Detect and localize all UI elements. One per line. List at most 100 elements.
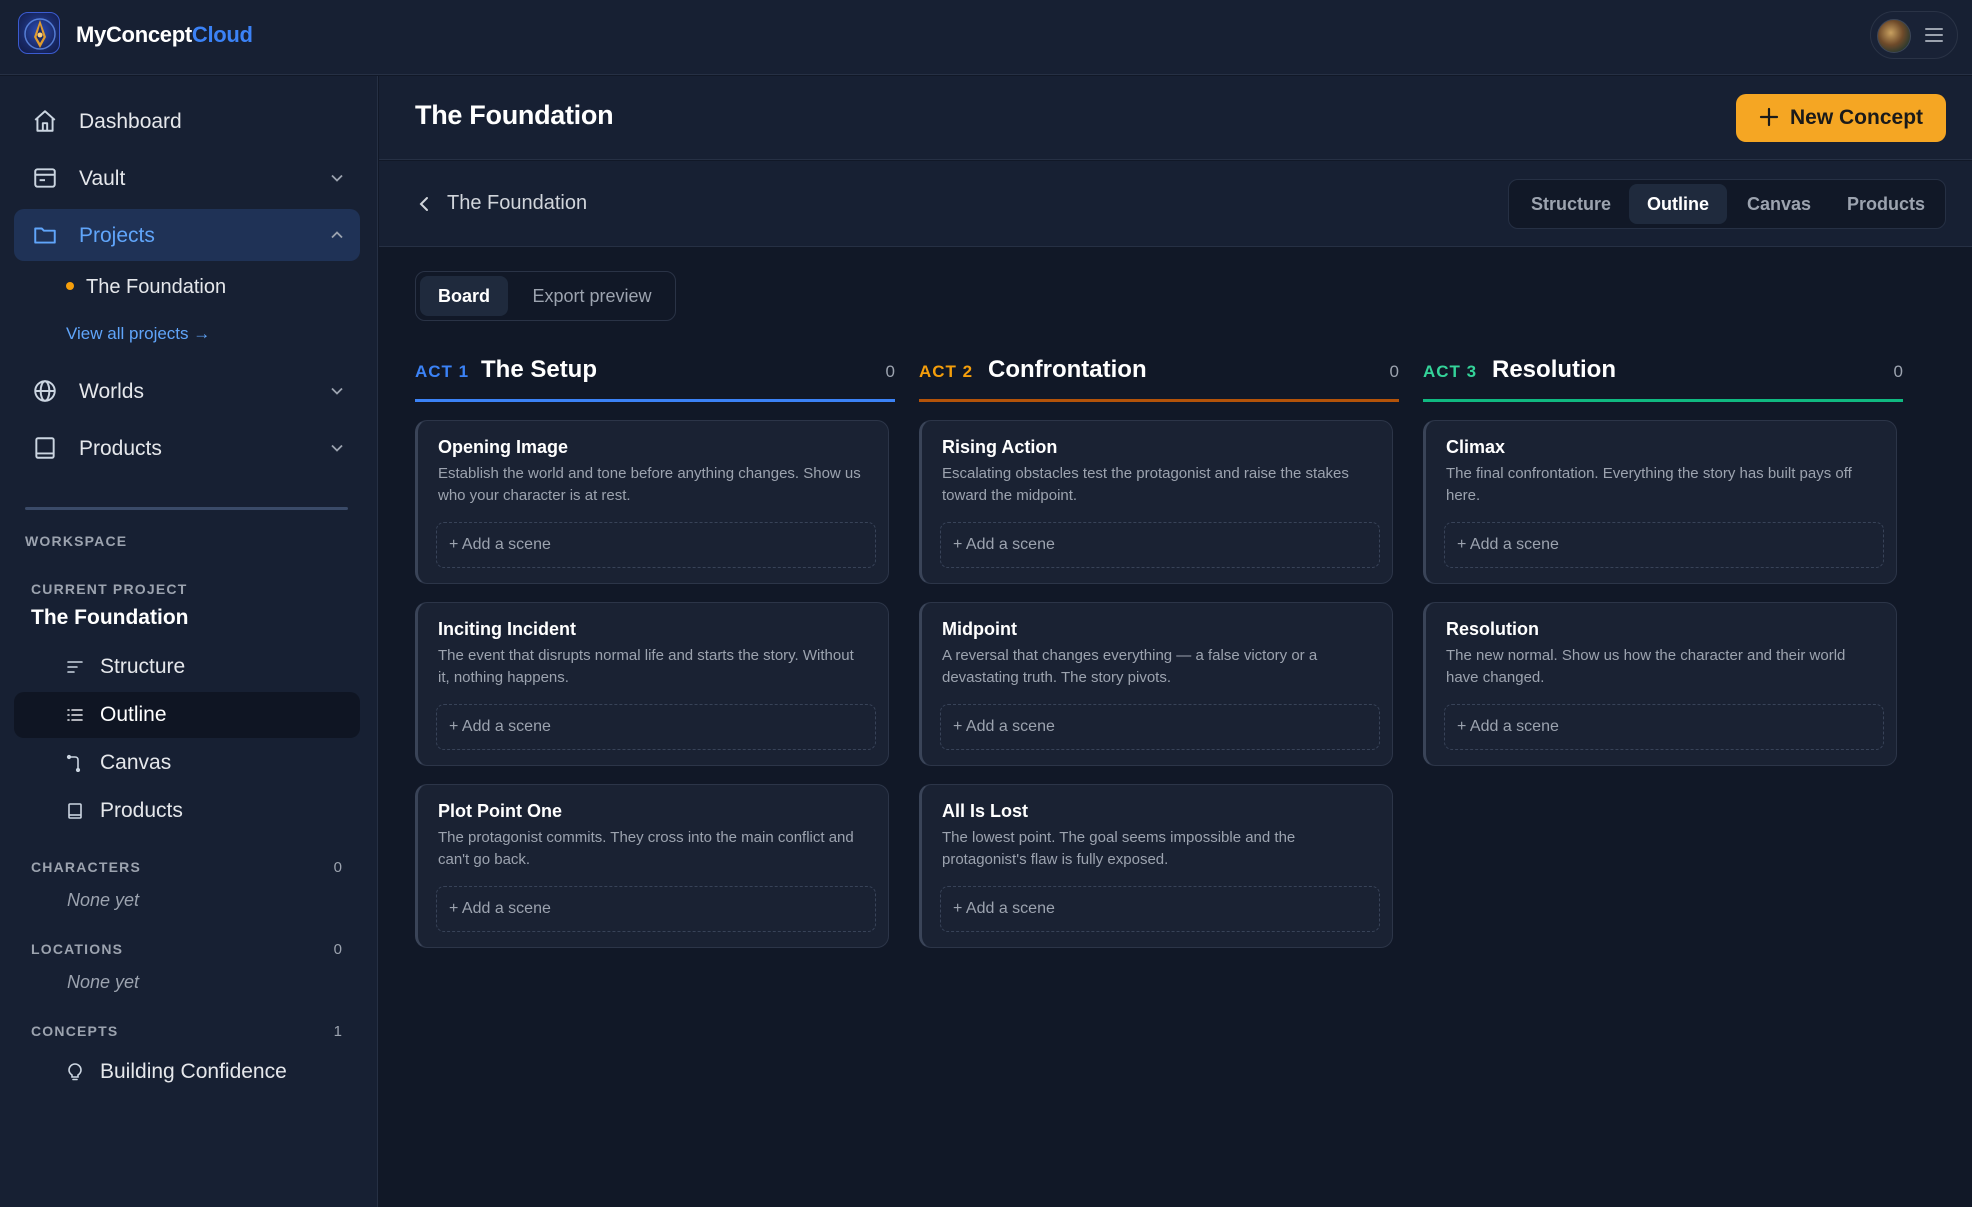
locations-empty-text: None yet: [67, 972, 140, 992]
beat-card[interactable]: All Is Lost The lowest point. The goal s…: [919, 784, 1393, 948]
canvas-icon: [66, 754, 81, 772]
workspace-item-outline[interactable]: Outline: [14, 692, 360, 738]
structure-icon: [67, 661, 83, 673]
nav-products-label: Products: [79, 437, 162, 460]
nav-vault[interactable]: Vault: [14, 152, 360, 204]
beat-title: All Is Lost: [942, 801, 1029, 821]
nav-dashboard[interactable]: Dashboard: [14, 95, 360, 147]
nav-worlds[interactable]: Worlds: [14, 365, 360, 417]
book-icon: [68, 803, 82, 819]
globe-icon: [34, 380, 56, 402]
chevron-down-icon: [331, 174, 343, 182]
tab-products[interactable]: Products: [1831, 184, 1941, 224]
tab-structure[interactable]: Structure: [1515, 184, 1627, 224]
beat-title: Plot Point One: [438, 801, 562, 821]
workspace-item-canvas[interactable]: Canvas: [14, 740, 360, 786]
hamburger-menu-icon: [1925, 28, 1943, 44]
act-name: Resolution: [1492, 356, 1616, 383]
plus-icon: [1759, 107, 1779, 127]
act-tag: ACT 2: [919, 362, 974, 381]
add-scene-button[interactable]: + Add a scene: [940, 886, 1380, 932]
page-header: The Foundation New Concept: [379, 76, 1972, 160]
act-header: ACT 3 Resolution 0: [1423, 352, 1903, 402]
act-header: ACT 1 The Setup 0: [415, 352, 895, 402]
act-tag: ACT 3: [1423, 362, 1478, 381]
concept-item-label: Building Confidence: [100, 1060, 287, 1083]
characters-section-label: CHARACTERS: [31, 859, 141, 875]
beat-title: Midpoint: [942, 619, 1017, 639]
add-scene-button[interactable]: + Add a scene: [1444, 522, 1884, 568]
tab-outline[interactable]: Outline: [1629, 184, 1727, 224]
beat-card[interactable]: Rising Action Escalating obstacles test …: [919, 420, 1393, 584]
beat-card[interactable]: Climax The final confrontation. Everythi…: [1423, 420, 1897, 584]
beat-card[interactable]: Plot Point One The protagonist commits. …: [415, 784, 889, 948]
beat-card[interactable]: Opening Image Establish the world and to…: [415, 420, 889, 584]
beat-description: The protagonist commits. They cross into…: [438, 829, 854, 868]
user-menu-button[interactable]: [1870, 11, 1958, 59]
workspace-section-label: WORKSPACE: [25, 533, 128, 549]
beat-title: Resolution: [1446, 619, 1539, 639]
beat-card[interactable]: Inciting Incident The event that disrupt…: [415, 602, 889, 766]
new-concept-button-label: New Concept: [1790, 106, 1924, 129]
top-bar: MyConceptCloud: [0, 0, 1972, 75]
chevron-down-icon: [331, 444, 343, 452]
workspace-item-label: Structure: [100, 655, 186, 678]
tab-canvas[interactable]: Canvas: [1729, 184, 1829, 224]
characters-count: 0: [333, 859, 342, 876]
home-icon: [34, 110, 56, 132]
concepts-section-label: CONCEPTS: [31, 1023, 119, 1039]
brand-name-part1: MyConcept: [76, 22, 192, 47]
beat-title: Climax: [1446, 437, 1506, 457]
view-tabs: Structure Outline Canvas Products: [1508, 179, 1946, 229]
page-title: The Foundation: [415, 100, 614, 130]
add-scene-button[interactable]: + Add a scene: [1444, 704, 1884, 750]
beat-card[interactable]: Resolution The new normal. Show us how t…: [1423, 602, 1897, 766]
nav-projects-label: Projects: [79, 224, 155, 247]
status-dot: [66, 281, 74, 290]
current-project-label: CURRENT PROJECT: [31, 581, 188, 597]
concepts-count: 1: [333, 1023, 342, 1040]
project-item-the-foundation[interactable]: The Foundation: [66, 276, 226, 299]
avatar: [1877, 19, 1911, 53]
beat-card[interactable]: Midpoint A reversal that changes everyth…: [919, 602, 1393, 766]
add-scene-button[interactable]: + Add a scene: [940, 522, 1380, 568]
nav-dashboard-label: Dashboard: [79, 110, 182, 133]
act-count: 0: [885, 362, 895, 381]
breadcrumb[interactable]: The Foundation: [447, 192, 587, 215]
lightbulb-icon: [68, 1063, 82, 1081]
beat-title: Rising Action: [942, 437, 1058, 457]
brand-name[interactable]: MyConceptCloud: [76, 22, 253, 48]
sidebar-divider: [25, 507, 348, 510]
add-scene-button[interactable]: + Add a scene: [436, 522, 876, 568]
nav-vault-label: Vault: [79, 167, 126, 190]
tab-board[interactable]: Board: [420, 276, 508, 316]
chevron-up-icon: [331, 231, 343, 239]
subheader: The Foundation Structure Outline Canvas …: [379, 161, 1972, 247]
act-column-2: ACT 2 Confrontation 0 Rising Action Esca…: [919, 352, 1399, 948]
act-name: The Setup: [481, 356, 598, 383]
board-view-tabs: Board Export preview: [415, 271, 676, 321]
workspace-item-products[interactable]: Products: [14, 788, 360, 834]
chevron-left-icon[interactable]: [417, 195, 431, 213]
new-concept-button[interactable]: New Concept: [1736, 94, 1946, 142]
nav-products[interactable]: Products: [14, 422, 360, 474]
vault-icon: [34, 168, 56, 188]
locations-section-label: LOCATIONS: [31, 941, 124, 957]
add-scene-button[interactable]: + Add a scene: [940, 704, 1380, 750]
nav-projects[interactable]: Projects: [14, 209, 360, 261]
characters-empty-text: None yet: [67, 890, 140, 910]
add-scene-button[interactable]: + Add a scene: [436, 886, 876, 932]
concept-item-building-confidence[interactable]: Building Confidence: [14, 1049, 360, 1095]
view-all-projects-link[interactable]: View all projects →: [66, 324, 210, 344]
logo-icon[interactable]: [18, 12, 60, 54]
outline-icon: [67, 709, 83, 721]
beat-description: The event that disrupts normal life and …: [438, 647, 854, 686]
act-count: 0: [1389, 362, 1399, 381]
tab-export-preview[interactable]: Export preview: [512, 276, 672, 316]
beat-title: Opening Image: [438, 437, 569, 457]
add-scene-button[interactable]: + Add a scene: [436, 704, 876, 750]
workspace-item-label: Canvas: [100, 751, 172, 774]
book-icon: [35, 437, 55, 459]
beat-description: The lowest point. The goal seems impossi…: [942, 829, 1296, 868]
workspace-item-structure[interactable]: Structure: [14, 644, 360, 690]
